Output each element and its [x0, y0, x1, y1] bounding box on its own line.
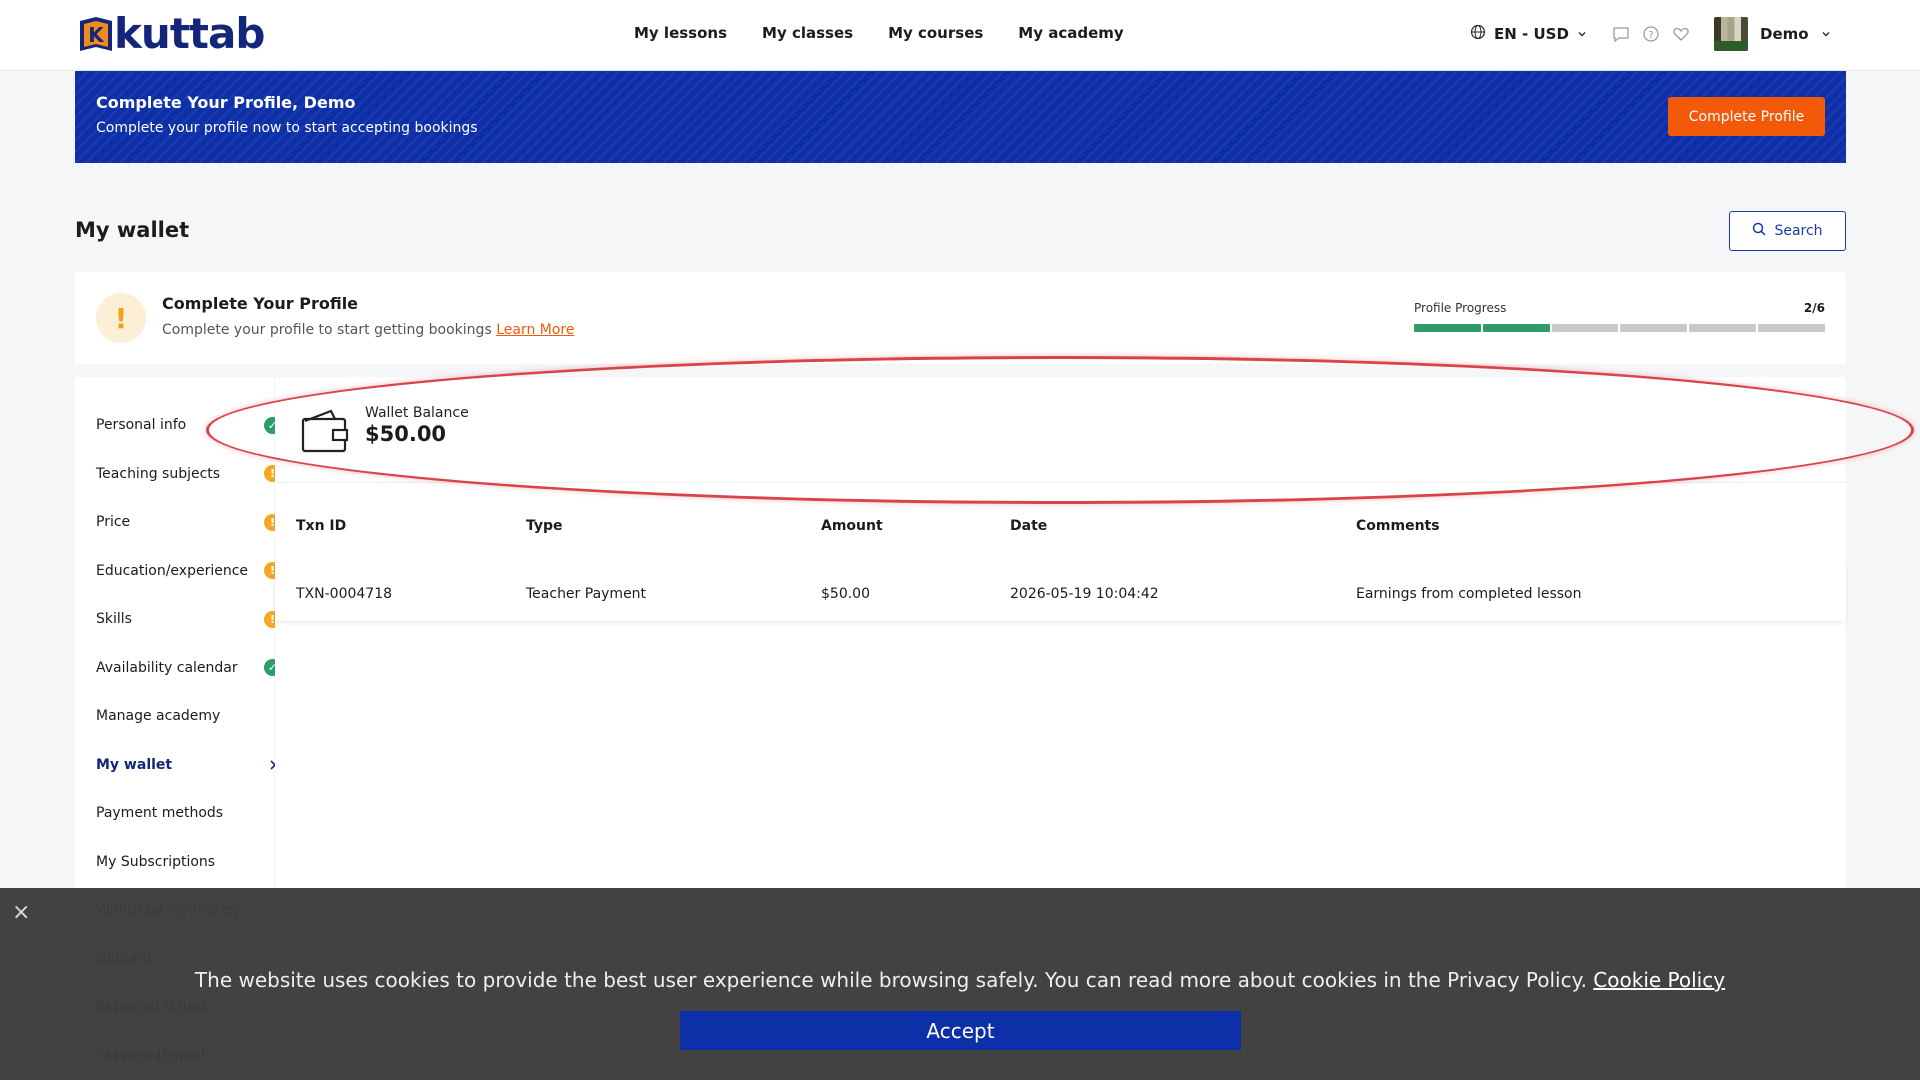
sidebar-item-label: Personal info	[96, 417, 187, 433]
sidebar-item-personal-info[interactable]: Personal info ✓	[96, 413, 281, 437]
chat-icon[interactable]	[1612, 25, 1630, 43]
user-name: Demo	[1760, 25, 1809, 43]
wallet-balance-card: Wallet Balance $50.00	[275, 377, 1846, 483]
page-title: My wallet	[75, 218, 190, 242]
sidebar-item-price[interactable]: Price!	[96, 510, 281, 534]
logo-text: kuttab	[114, 9, 265, 58]
complete-profile-button[interactable]: Complete Profile	[1668, 97, 1825, 136]
complete-profile-banner: Complete Your Profile, Demo Complete you…	[75, 71, 1846, 163]
avatar	[1714, 17, 1748, 51]
sidebar-item-label: My wallet	[96, 756, 173, 773]
profile-card-subtitle: Complete your profile to start getting b…	[162, 322, 574, 338]
close-icon[interactable]: ×	[12, 900, 30, 925]
wallet-balance-label: Wallet Balance	[365, 405, 469, 421]
nav-my-courses[interactable]: My courses	[888, 24, 983, 42]
table-row: TXN-0004718 Teacher Payment $50.00 2026-…	[275, 567, 1846, 621]
globe-icon	[1470, 24, 1486, 44]
language-currency-selector[interactable]: EN - USD	[1470, 24, 1587, 44]
col-type: Type	[526, 518, 563, 534]
wallet-balance-amount: $50.00	[365, 422, 447, 446]
profile-completion-card: ! Complete Your Profile Complete your pr…	[75, 272, 1846, 364]
sidebar-item-label: Education/experience	[96, 562, 249, 579]
nav-my-classes[interactable]: My classes	[762, 24, 853, 42]
learn-more-link[interactable]: Learn More	[496, 322, 574, 338]
cell-date: 2026-05-19 10:04:42	[1010, 586, 1159, 602]
sidebar-item-my-wallet[interactable]: My wallet	[96, 753, 277, 777]
progress-segment	[1482, 324, 1550, 332]
progress-segment	[1551, 324, 1619, 332]
profile-card-title: Complete Your Profile	[162, 294, 359, 313]
help-icon[interactable]: ?	[1642, 25, 1660, 43]
user-menu[interactable]: Demo	[1714, 17, 1831, 51]
sidebar-item-payment-methods[interactable]: Payment methods	[96, 801, 266, 825]
cell-type: Teacher Payment	[526, 586, 647, 602]
accept-cookies-button[interactable]: Accept	[680, 1011, 1241, 1050]
cell-comments: Earnings from completed lesson	[1356, 586, 1582, 602]
nav-my-academy[interactable]: My academy	[1018, 24, 1123, 42]
banner-title: Complete Your Profile, Demo	[96, 93, 356, 112]
top-header: K kuttab My lessons My classes My course…	[0, 0, 1920, 71]
search-button-label: Search	[1774, 223, 1823, 239]
svg-text:?: ?	[1648, 30, 1653, 41]
banner-subtitle: Complete your profile now to start accep…	[96, 120, 478, 136]
profile-card-subtitle-text: Complete your profile to start getting b…	[162, 322, 492, 338]
sidebar-item-label: Teaching subjects	[96, 465, 221, 482]
sidebar-item-skills[interactable]: Skills!	[96, 607, 281, 631]
col-date: Date	[1010, 518, 1048, 534]
sidebar-item-availability-calendar[interactable]: Availability calendar ✓	[96, 656, 281, 680]
col-amount: Amount	[821, 518, 883, 534]
header-icons: ?	[1612, 25, 1690, 43]
book-logo-icon: K	[76, 13, 116, 55]
cookie-banner: × The website uses cookies to provide th…	[0, 888, 1920, 1080]
col-txn-id: Txn ID	[296, 518, 347, 534]
search-button[interactable]: Search	[1729, 211, 1846, 251]
exclamation-icon: !	[96, 293, 146, 343]
chevron-down-icon	[1821, 25, 1831, 43]
wallet-icon	[301, 407, 349, 453]
progress-label: Profile Progress	[1414, 301, 1507, 315]
cookie-message-text: The website uses cookies to provide the …	[194, 968, 1587, 992]
cookie-policy-link[interactable]: Cookie Policy	[1593, 968, 1725, 992]
search-icon	[1752, 222, 1766, 240]
language-label: EN - USD	[1494, 25, 1569, 43]
progress-segment	[1689, 324, 1757, 332]
progress-segment	[1414, 324, 1481, 332]
sidebar-item-label: Skills	[96, 611, 132, 627]
sidebar-item-label: Manage academy	[96, 708, 221, 724]
cookie-message: The website uses cookies to provide the …	[0, 968, 1920, 992]
cell-amount: $50.00	[821, 586, 870, 602]
nav-my-lessons[interactable]: My lessons	[634, 24, 727, 42]
transactions-table-header: Txn ID Type Amount Date Comments	[275, 503, 1846, 547]
sidebar-item-my-subscriptions[interactable]: My Subscriptions	[96, 850, 266, 874]
progress-segment	[1620, 324, 1688, 332]
sidebar-item-label: Price	[96, 514, 131, 530]
main-nav: My lessons My classes My courses My acad…	[634, 24, 1124, 42]
sidebar-item-label: Payment methods	[96, 805, 224, 821]
sidebar-item-manage-academy[interactable]: Manage academy	[96, 704, 266, 728]
svg-text:K: K	[88, 23, 105, 47]
heart-icon[interactable]	[1672, 25, 1690, 43]
sidebar-item-label: Availability calendar	[96, 659, 238, 676]
chevron-down-icon	[1577, 25, 1587, 43]
progress-segment	[1758, 324, 1825, 332]
profile-progress-bar	[1414, 324, 1825, 332]
sidebar-item-education-experience[interactable]: Education/experience!	[96, 559, 281, 583]
sidebar-item-label: My Subscriptions	[96, 853, 216, 870]
sidebar-item-teaching-subjects[interactable]: Teaching subjects!	[96, 462, 281, 486]
kuttab-logo[interactable]: K kuttab	[76, 9, 265, 58]
progress-count: 2/6	[1803, 301, 1825, 315]
col-comments: Comments	[1356, 518, 1440, 534]
cell-txn-id: TXN-0004718	[296, 586, 393, 602]
